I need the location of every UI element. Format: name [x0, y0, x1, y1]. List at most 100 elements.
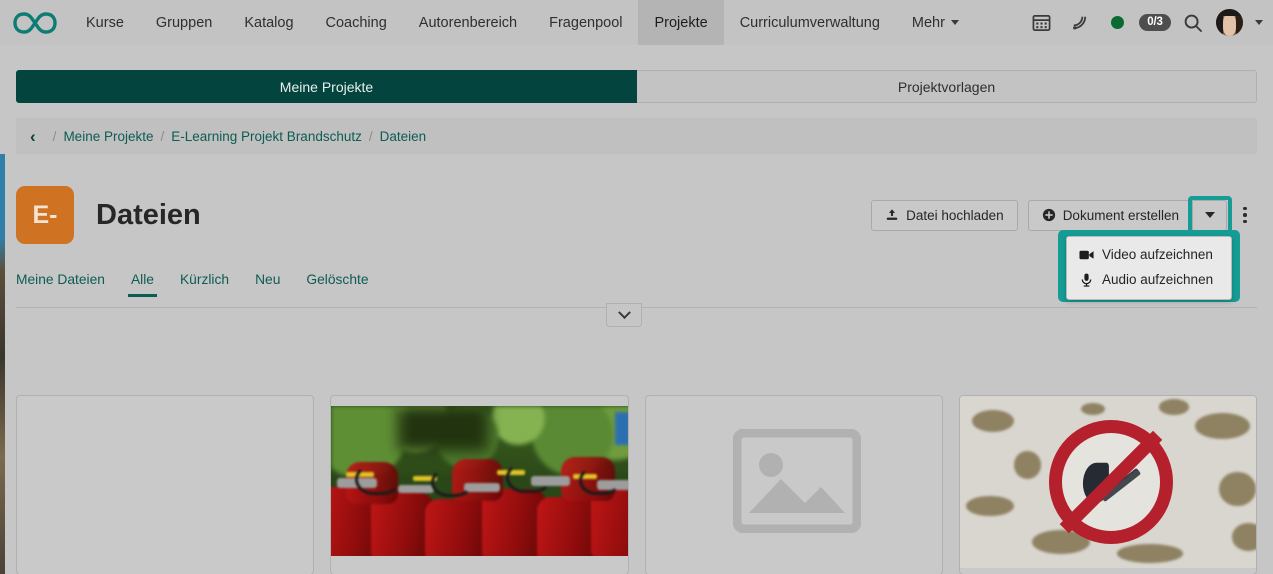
breadcrumb-separator: /: [160, 128, 165, 144]
breadcrumb-item-meine-projekte[interactable]: Meine Projekte: [63, 129, 153, 144]
task-progress-badge[interactable]: 0/3: [1136, 0, 1174, 45]
kebab-dot: [1243, 219, 1247, 224]
badge-count-label: 0/3: [1139, 14, 1171, 31]
rss-feed-button[interactable]: [1060, 0, 1098, 45]
nav-label: Katalog: [244, 14, 294, 31]
nav-label: Curriculumverwaltung: [739, 14, 880, 31]
nav-label: Fragenpool: [549, 14, 623, 31]
subtab-label: Neu: [255, 272, 281, 287]
more-options-button[interactable]: [1233, 200, 1257, 231]
chevron-down-icon: [1204, 212, 1215, 218]
create-document-label: Dokument erstellen: [1062, 207, 1179, 223]
user-avatar-button[interactable]: [1212, 0, 1246, 45]
tab-label: Projektvorlagen: [897, 78, 996, 95]
breadcrumb-separator: /: [368, 128, 373, 144]
create-document-split-button: Dokument erstellen: [1027, 195, 1232, 237]
nav-item-projekte[interactable]: Projekte: [638, 0, 724, 45]
tab-projektvorlagen[interactable]: Projektvorlagen: [637, 70, 1257, 103]
video-camera-icon: [1079, 250, 1094, 259]
background-edge-strip: [0, 154, 5, 574]
microphone-icon: [1081, 273, 1092, 287]
user-menu-chevron-down-icon[interactable]: [1255, 20, 1263, 25]
avatar: [1215, 9, 1243, 36]
search-icon: [1184, 14, 1202, 32]
kebab-dot: [1243, 213, 1247, 217]
nav-label: Gruppen: [155, 14, 213, 31]
upload-file-button[interactable]: Datei hochladen: [871, 199, 1018, 231]
project-avatar: E-: [16, 186, 74, 244]
file-thumbnail-placeholder: [646, 406, 942, 556]
file-thumbnail-no-flame-sign: [959, 396, 1256, 568]
subtab-meine-dateien[interactable]: Meine Dateien: [16, 272, 105, 296]
nav-item-katalog[interactable]: Katalog: [228, 0, 309, 45]
nav-right-actions: 0/3: [1022, 0, 1273, 45]
fire-extinguishers-photo: [331, 406, 628, 556]
tab-meine-projekte[interactable]: Meine Projekte: [16, 70, 637, 103]
upload-file-label: Datei hochladen: [906, 207, 1004, 223]
nav-item-gruppen[interactable]: Gruppen: [140, 0, 228, 45]
subtab-label: Alle: [130, 272, 154, 287]
menu-item-label: Video aufzeichnen: [1102, 247, 1213, 262]
calendar-icon: [1032, 14, 1050, 31]
record-media-dropdown: Video aufzeichnen Audio aufzeichnen: [1058, 230, 1240, 302]
create-document-dropdown-toggle[interactable]: [1188, 195, 1232, 237]
app-root: Kurse Gruppen Katalog Coaching Autorenbe…: [0, 0, 1273, 574]
subtab-neu[interactable]: Neu: [255, 272, 280, 296]
chevron-down-icon: [617, 305, 631, 319]
search-button[interactable]: [1174, 0, 1212, 45]
chevron-down-icon: [950, 20, 959, 25]
nav-label: Projekte: [654, 14, 708, 31]
file-card-4[interactable]: [958, 395, 1257, 574]
project-avatar-initials: E-: [32, 200, 58, 229]
infinity-icon: [13, 11, 57, 34]
upload-icon: [886, 209, 898, 220]
file-thumbnail-empty: [17, 406, 313, 556]
nav-label: Coaching: [325, 14, 387, 31]
status-dot-icon: [1110, 16, 1124, 29]
file-card-2[interactable]: [330, 395, 629, 574]
breadcrumb-separator: /: [52, 128, 57, 144]
top-navigation-bar: Kurse Gruppen Katalog Coaching Autorenbe…: [0, 0, 1273, 45]
breadcrumb-item-projekt[interactable]: E-Learning Projekt Brandschutz: [171, 129, 362, 144]
nav-item-coaching[interactable]: Coaching: [310, 0, 403, 45]
status-indicator[interactable]: [1098, 0, 1136, 45]
file-thumbnail-fire-extinguishers: [331, 406, 628, 556]
brand-logo[interactable]: [0, 0, 70, 45]
menu-item-audio-aufzeichnen[interactable]: Audio aufzeichnen: [1067, 267, 1231, 292]
nav-item-fragenpool[interactable]: Fragenpool: [533, 0, 638, 45]
nav-items: Kurse Gruppen Katalog Coaching Autorenbe…: [70, 0, 975, 45]
page-title: Dateien: [96, 198, 201, 231]
tab-label: Meine Projekte: [279, 78, 374, 95]
subtab-label: Meine Dateien: [16, 272, 105, 287]
menu-item-video-aufzeichnen[interactable]: Video aufzeichnen: [1067, 242, 1231, 267]
nav-item-kurse[interactable]: Kurse: [70, 0, 140, 45]
rss-feed-icon: [1072, 16, 1086, 30]
project-scope-tabs: Meine Projekte Projektvorlagen: [16, 70, 1257, 103]
nav-item-autorenbereich[interactable]: Autorenbereich: [403, 0, 533, 45]
file-card-3[interactable]: [644, 395, 943, 574]
breadcrumb-item-dateien: Dateien: [379, 128, 427, 144]
subtab-label: Gelöschte: [306, 272, 369, 287]
breadcrumb: ‹ / Meine Projekte / E-Learning Projekt …: [16, 118, 1257, 154]
plus-circle-icon: [1042, 208, 1055, 222]
no-open-flame-sign-photo: [959, 396, 1256, 568]
subtab-alle[interactable]: Alle: [127, 272, 158, 297]
nav-label: Autorenbereich: [418, 14, 518, 31]
file-card-grid: [16, 395, 1257, 574]
create-document-button[interactable]: Dokument erstellen: [1027, 199, 1193, 231]
page-body: E- Dateien Datei hochladen Dokument erst…: [0, 154, 1273, 574]
menu-item-label: Audio aufzeichnen: [1102, 272, 1214, 287]
subtab-geloeschte[interactable]: Gelöschte: [306, 272, 368, 296]
file-card-1[interactable]: [16, 395, 315, 574]
record-media-menu: Video aufzeichnen Audio aufzeichnen: [1066, 236, 1232, 300]
nav-item-mehr[interactable]: Mehr: [896, 0, 975, 45]
page-actions: Datei hochladen Dokument erstellen: [871, 195, 1257, 237]
filter-panel-toggle[interactable]: [606, 303, 642, 327]
calendar-button[interactable]: [1022, 0, 1060, 45]
subtab-kuerzlich[interactable]: Kürzlich: [180, 272, 229, 296]
kebab-dot: [1243, 206, 1247, 211]
breadcrumb-back-button[interactable]: ‹: [30, 128, 36, 145]
nav-item-curriculumverwaltung[interactable]: Curriculumverwaltung: [724, 0, 896, 45]
image-placeholder-icon: [732, 429, 861, 533]
nav-label: Mehr: [911, 14, 945, 31]
